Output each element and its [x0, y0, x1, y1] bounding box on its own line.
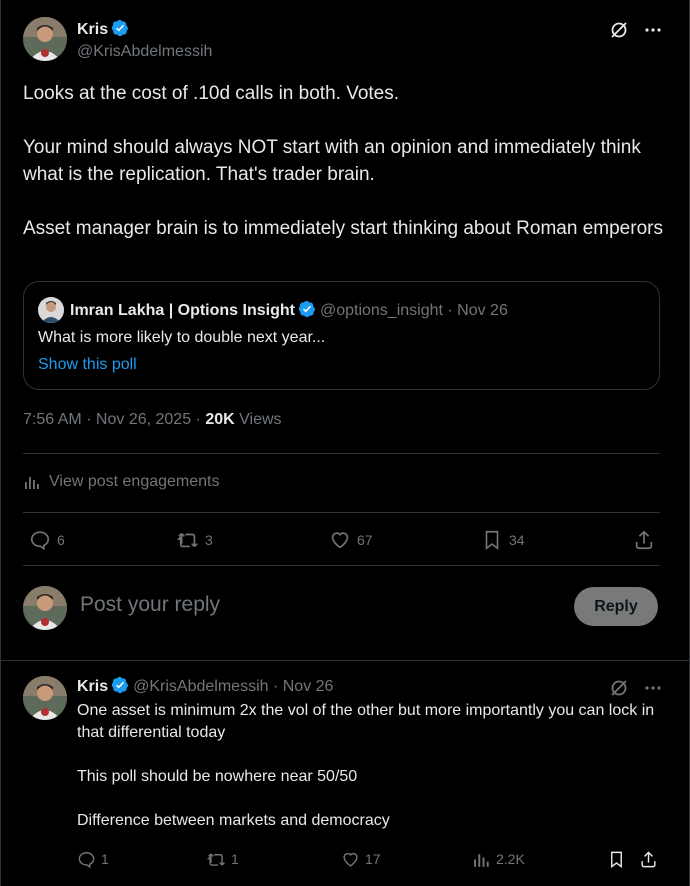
verified-badge-icon: [298, 300, 316, 318]
author-name-row[interactable]: Kris: [77, 19, 129, 39]
quoted-post-text: What is more likely to double next year.…: [38, 329, 326, 346]
bookmark-action[interactable]: [607, 848, 626, 870]
view-engagements-link[interactable]: View post engagements: [23, 473, 219, 491]
quoted-author-name: Imran Lakha | Options Insight: [70, 302, 295, 319]
divider: [23, 453, 660, 454]
repost-count: 1: [231, 851, 239, 867]
repost-action[interactable]: 3: [177, 525, 213, 555]
reply-body: One asset is minimum 2x the vol of the o…: [77, 700, 667, 854]
analytics-icon: [474, 853, 489, 867]
divider: [23, 565, 660, 566]
bookmark-icon: [485, 530, 499, 550]
reply-input[interactable]: Post your reply: [80, 593, 220, 617]
divider: [1, 660, 690, 661]
reply-paragraph: Difference between markets and democracy: [77, 812, 390, 829]
reply-action[interactable]: 6: [29, 525, 65, 555]
quoted-author-avatar: [38, 297, 64, 323]
repost-icon: [207, 852, 225, 866]
more-options-icon[interactable]: [643, 678, 663, 698]
more-options-icon[interactable]: [643, 20, 663, 40]
bookmark-action[interactable]: 34: [481, 525, 525, 555]
reply-paragraph: One asset is minimum 2x the vol of the o…: [77, 702, 655, 741]
post-timestamp[interactable]: 7:56 AM · Nov 26, 2025 · 20K Views: [23, 411, 282, 429]
views-label: Views: [234, 411, 282, 428]
reply-author-meta[interactable]: @KrisAbdelmessih · Nov 26: [133, 678, 333, 695]
heart-icon: [343, 852, 358, 867]
reply-action[interactable]: 1: [77, 848, 109, 870]
verified-badge-icon: [111, 19, 129, 37]
reply-icon: [78, 851, 95, 868]
post-action-bar: 6 3 67 34: [23, 525, 663, 555]
like-count: 17: [365, 851, 381, 867]
share-icon: [635, 530, 653, 550]
bookmark-icon: [611, 851, 622, 868]
reply-top-actions: [609, 678, 663, 698]
quoted-post-card[interactable]: Imran Lakha | Options Insight @options_in…: [23, 281, 660, 390]
post-time[interactable]: 7:56 AM · Nov 26, 2025 ·: [23, 411, 205, 428]
post-paragraph: Asset manager brain is to immediately st…: [23, 218, 663, 239]
bookmark-count: 34: [509, 532, 525, 548]
reply-count: 6: [57, 532, 65, 548]
like-count: 67: [357, 532, 373, 548]
author-handle[interactable]: @KrisAbdelmessih: [77, 43, 212, 61]
current-user-avatar[interactable]: [23, 586, 67, 630]
reply-count: 1: [101, 851, 109, 867]
conversation-column: Kris @KrisAbdelmessih Looks at the cost …: [0, 0, 690, 886]
like-action[interactable]: 67: [329, 525, 373, 555]
like-action[interactable]: 17: [341, 848, 381, 870]
share-icon: [641, 850, 656, 867]
views-action[interactable]: 2.2K: [472, 848, 525, 870]
share-action[interactable]: [633, 525, 655, 555]
reply-action-bar: 1 1 17 2.2K: [77, 848, 662, 870]
post-body: Looks at the cost of .10d calls in both.…: [23, 80, 663, 269]
engagements-label[interactable]: View post engagements: [49, 473, 219, 491]
grok-icon[interactable]: [609, 678, 629, 698]
quoted-author-meta: @options_insight · Nov 26: [319, 302, 508, 319]
views-count: 20K: [205, 411, 235, 428]
show-poll-link[interactable]: Show this poll: [38, 356, 137, 374]
reply-icon: [30, 531, 50, 551]
quoted-author-row: Imran Lakha | Options Insight @options_in…: [70, 300, 508, 320]
analytics-icon: [25, 477, 39, 489]
verified-badge-icon: [111, 676, 129, 694]
post-paragraph: Your mind should always NOT start with a…: [23, 137, 647, 185]
grok-icon[interactable]: [609, 20, 629, 40]
repost-icon: [177, 532, 198, 548]
author-name[interactable]: Kris: [77, 21, 108, 38]
reply-button[interactable]: Reply: [574, 587, 658, 626]
repost-action[interactable]: 1: [207, 848, 239, 870]
post-top-actions: [609, 20, 663, 40]
post-paragraph: Looks at the cost of .10d calls in both.…: [23, 83, 400, 104]
repost-count: 3: [205, 532, 213, 548]
views-count: 2.2K: [496, 851, 525, 867]
author-avatar[interactable]: [23, 17, 67, 61]
heart-icon: [331, 532, 349, 549]
reply-paragraph: This poll should be nowhere near 50/50: [77, 768, 358, 785]
divider: [23, 512, 660, 513]
share-action[interactable]: [639, 848, 658, 870]
reply-author-avatar[interactable]: [23, 676, 67, 720]
reply-author-row: Kris @KrisAbdelmessih · Nov 26: [77, 676, 333, 696]
reply-author-name[interactable]: Kris: [77, 678, 108, 695]
